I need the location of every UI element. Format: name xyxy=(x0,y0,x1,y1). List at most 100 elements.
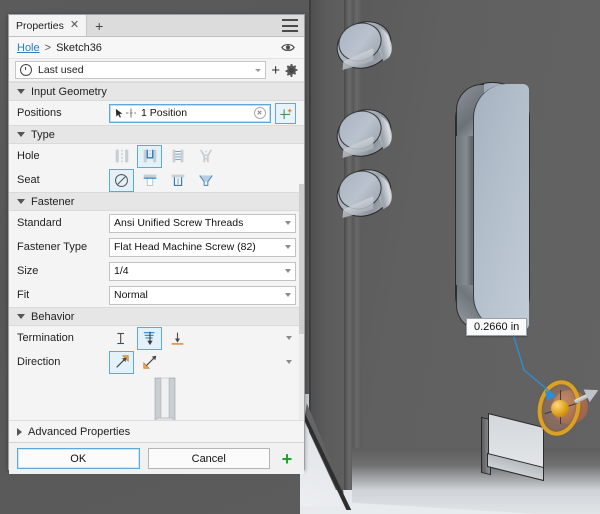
fastener-type-label: Fastener Type xyxy=(17,241,88,253)
fit-value: Normal xyxy=(114,289,148,301)
standard-label: Standard xyxy=(17,217,62,229)
fastener-type-value: Flat Head Machine Screw (82) xyxy=(114,241,256,253)
model-hole-1[interactable] xyxy=(329,13,399,77)
hole-type-options xyxy=(109,144,296,168)
section-header-fastener[interactable]: Fastener xyxy=(9,192,304,211)
eye-icon[interactable] xyxy=(281,42,295,53)
section-title: Behavior xyxy=(31,310,75,323)
breadcrumb: Hole > Sketch36 xyxy=(9,37,304,59)
row-direction: Direction xyxy=(9,350,304,374)
standard-value: Ansi Unified Screw Threads xyxy=(114,217,244,229)
panel-footer: OK Cancel + xyxy=(9,442,304,474)
new-tab-button[interactable]: + xyxy=(87,15,111,36)
countersink-seat-icon[interactable] xyxy=(193,169,218,192)
direction-dropdown[interactable] xyxy=(282,360,296,364)
distance-termination-icon[interactable] xyxy=(109,327,134,350)
standard-select[interactable]: Ansi Unified Screw Threads xyxy=(109,213,296,233)
row-seat-type: Seat xyxy=(9,168,304,192)
fit-label: Fit xyxy=(17,289,30,301)
preview-graphic xyxy=(154,377,176,420)
section-title: Input Geometry xyxy=(31,85,107,98)
drag-manipulator-icon[interactable] xyxy=(532,376,600,440)
direction-flipped-icon[interactable] xyxy=(137,351,162,374)
size-select[interactable]: 1/4 xyxy=(109,261,296,281)
breadcrumb-separator: > xyxy=(44,41,52,54)
section-title: Type xyxy=(31,128,55,141)
chevron-down-icon xyxy=(285,269,291,273)
termination-options xyxy=(109,326,282,350)
chevron-down-icon xyxy=(285,221,291,225)
chevron-down-icon xyxy=(286,336,292,340)
termination-dropdown[interactable] xyxy=(282,336,296,340)
tab-properties[interactable]: Properties ✕ xyxy=(9,15,88,36)
ok-button[interactable]: OK xyxy=(17,448,140,469)
simple-hole-icon[interactable] xyxy=(109,145,134,168)
through-all-termination-icon[interactable] xyxy=(137,326,162,350)
row-size: Size 1/4 xyxy=(9,259,304,283)
hole-preview: 0.2660 in xyxy=(9,374,304,420)
add-preset-button[interactable]: + xyxy=(271,63,280,78)
preset-select[interactable]: Last used xyxy=(15,61,267,79)
no-seat-icon[interactable] xyxy=(109,168,134,192)
preset-value: Last used xyxy=(38,64,84,76)
counterbore-hole-icon[interactable] xyxy=(137,144,162,168)
model-hole-3[interactable] xyxy=(329,161,399,225)
spotface-seat-icon[interactable] xyxy=(165,169,190,192)
panel-scrollbar[interactable] xyxy=(299,184,304,420)
row-fastener-type: Fastener Type Flat Head Machine Screw (8… xyxy=(9,235,304,259)
panel-content: Input Geometry Positions 1 Position Type… xyxy=(9,82,304,420)
section-header-input-geometry[interactable]: Input Geometry xyxy=(9,82,304,101)
chevron-down-icon[interactable] xyxy=(255,68,262,72)
close-icon[interactable]: ✕ xyxy=(70,20,79,31)
tab-properties-label: Properties xyxy=(16,19,64,32)
hamburger-bar xyxy=(282,24,298,27)
positions-label: Positions xyxy=(17,107,62,119)
row-positions: Positions 1 Position xyxy=(9,101,304,125)
taper-tapped-hole-icon[interactable] xyxy=(193,145,218,168)
clear-selection-icon[interactable] xyxy=(254,107,266,119)
preset-bar: Last used + xyxy=(9,59,304,82)
to-face-termination-icon[interactable] xyxy=(165,327,190,350)
scrollbar-thumb[interactable] xyxy=(299,184,304,334)
hamburger-icon[interactable] xyxy=(282,19,298,32)
chevron-down-icon xyxy=(17,89,25,94)
chevron-down-icon xyxy=(286,360,292,364)
tapped-hole-icon[interactable] xyxy=(165,145,190,168)
viewport-dimension-callout[interactable]: 0.2660 in xyxy=(466,318,528,336)
apply-and-new-button[interactable]: + xyxy=(278,450,296,468)
cancel-button[interactable]: Cancel xyxy=(147,448,270,469)
counterbore-seat-icon[interactable] xyxy=(137,169,162,192)
seat-type-label: Seat xyxy=(17,174,40,186)
gizmo-arrow-icon[interactable] xyxy=(574,383,600,406)
row-termination: Termination xyxy=(9,326,304,350)
fastener-type-select[interactable]: Flat Head Machine Screw (82) xyxy=(109,237,296,257)
section-header-advanced-properties[interactable]: Advanced Properties xyxy=(9,420,304,442)
breadcrumb-current: Sketch36 xyxy=(56,41,102,54)
hamburger-bar xyxy=(282,19,298,21)
hole-type-label: Hole xyxy=(17,150,40,162)
section-header-type[interactable]: Type xyxy=(9,125,304,144)
model-bottom-shadow xyxy=(352,448,600,514)
model-hole-2[interactable] xyxy=(329,101,399,165)
hamburger-bar xyxy=(282,30,298,32)
direction-default-icon[interactable] xyxy=(109,350,134,374)
direction-label: Direction xyxy=(17,356,61,368)
properties-panel: Properties ✕ + Hole > Sketch36 Last used… xyxy=(8,14,305,474)
add-position-icon[interactable] xyxy=(275,102,296,124)
section-title: Advanced Properties xyxy=(28,425,131,438)
positions-input[interactable]: 1 Position xyxy=(109,103,271,123)
callout-value: 0.2660 in xyxy=(474,321,520,333)
chevron-down-icon xyxy=(17,314,25,319)
model-flange-fold xyxy=(344,0,354,490)
chevron-right-icon xyxy=(17,427,22,436)
gear-icon[interactable] xyxy=(285,63,298,77)
chevron-down-icon xyxy=(285,245,291,249)
chevron-down-icon xyxy=(17,132,25,137)
breadcrumb-root-link[interactable]: Hole xyxy=(17,42,40,54)
fit-select[interactable]: Normal xyxy=(109,285,296,305)
chevron-down-icon xyxy=(285,293,291,297)
gizmo-core[interactable] xyxy=(551,400,569,417)
clock-icon xyxy=(20,64,32,76)
positions-value: 1 Position xyxy=(141,107,188,119)
section-header-behavior[interactable]: Behavior xyxy=(9,307,304,326)
